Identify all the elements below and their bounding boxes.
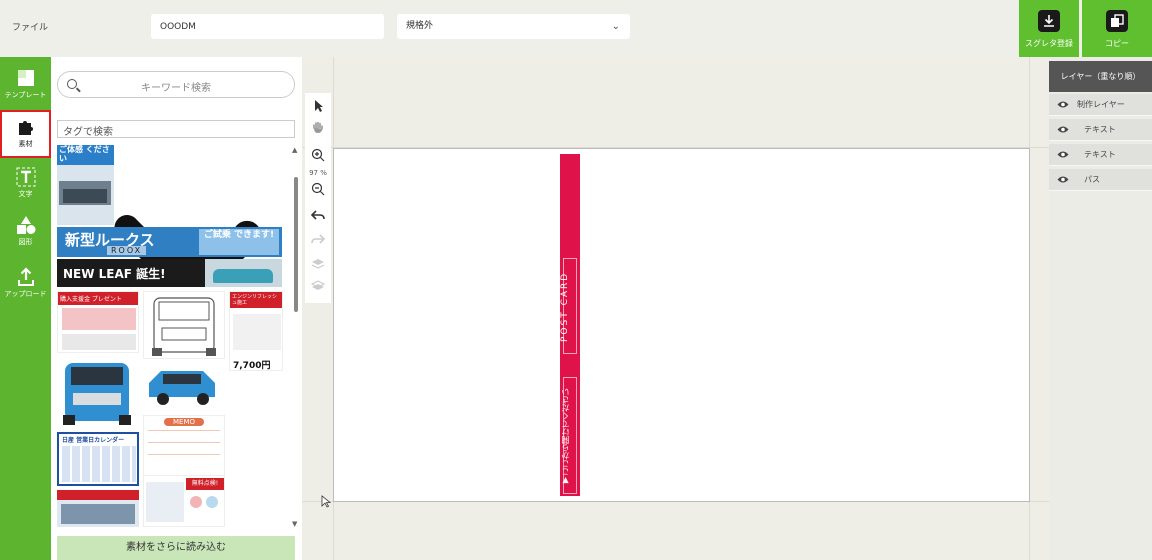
asset-scrollbar[interactable] bbox=[294, 177, 298, 312]
zoom-out-icon[interactable] bbox=[305, 182, 331, 199]
nav-label-upload: アップロード bbox=[4, 290, 47, 298]
nav-item-text[interactable]: 文字 bbox=[0, 162, 51, 208]
nav-label-materials: 素材 bbox=[18, 140, 33, 148]
asset-thumb[interactable]: エンジンリフレッシュ施工 7,700円 bbox=[229, 291, 283, 371]
download-icon bbox=[1038, 10, 1060, 32]
template-icon bbox=[16, 68, 36, 88]
hand-icon[interactable] bbox=[305, 121, 331, 137]
size-select[interactable]: 規格外 ⌄ bbox=[397, 14, 630, 39]
left-nav: テンプレート 素材 文字 図形 アップロード bbox=[0, 57, 51, 560]
scroll-up-icon[interactable]: ▲ bbox=[292, 146, 297, 154]
sgreta-register-label: スグレタ登録 bbox=[1025, 39, 1073, 48]
layer-item[interactable]: テキスト bbox=[1049, 144, 1152, 166]
asset-thumb[interactable]: 新型ルークス ROOX ご試乗 できます! bbox=[57, 227, 282, 257]
file-menu[interactable]: ファイル bbox=[12, 20, 48, 33]
layer-item[interactable]: パス bbox=[1049, 169, 1152, 191]
zoom-in-icon[interactable] bbox=[305, 148, 331, 165]
tag-search-input[interactable]: タグで検索 bbox=[57, 120, 295, 138]
copy-icon bbox=[1106, 10, 1128, 32]
undo-icon[interactable] bbox=[305, 209, 331, 224]
nav-item-shapes[interactable]: 図形 bbox=[0, 210, 51, 256]
puzzle-icon bbox=[16, 117, 36, 137]
asset-thumb-text: NEW LEAF 誕生! bbox=[63, 267, 166, 281]
layers-panel: レイヤー（重なり順） 制作レイヤー テキスト テキスト パス bbox=[1049, 57, 1152, 560]
size-select-value: 規格外 bbox=[406, 21, 434, 31]
asset-thumb[interactable]: NEW LEAF 誕生! bbox=[57, 259, 282, 287]
asset-thumb-text: ご試乗 できます! bbox=[199, 229, 279, 255]
eye-icon[interactable] bbox=[1057, 175, 1069, 184]
nav-label-text: 文字 bbox=[18, 190, 33, 198]
asset-thumb-text: 購入支援金 プレゼント bbox=[58, 292, 138, 305]
mouse-cursor-icon bbox=[321, 495, 332, 511]
asset-thumb-text: ROOX bbox=[107, 246, 147, 255]
open-here-text[interactable]: ▼ここから開けてください bbox=[560, 381, 580, 493]
asset-thumb[interactable]: 日産 営業日カレンダー bbox=[57, 432, 139, 486]
asset-thumb[interactable]: 購入支援金 プレゼント bbox=[57, 291, 139, 353]
nav-label-template: テンプレート bbox=[4, 91, 47, 99]
asset-thumb-text: 日産 営業日カレンダー bbox=[62, 437, 125, 444]
asset-thumbnails: ご体感 ください 新型ルークス ROOX ご試乗 できます! NEW LEAF … bbox=[57, 145, 285, 527]
shapes-icon bbox=[16, 215, 36, 235]
asset-panel: キーワード検索 タグで検索 ご体感 ください 新型ルークス ROOX ご試乗 で… bbox=[51, 57, 302, 560]
nav-item-upload[interactable]: アップロード bbox=[0, 262, 51, 308]
blue-car-side-asset[interactable] bbox=[143, 365, 225, 411]
eye-icon[interactable] bbox=[1057, 100, 1069, 109]
asset-thumb-text: 7,700円 bbox=[233, 361, 271, 371]
post-card-text[interactable]: POST CARD bbox=[560, 262, 580, 352]
top-bar: ファイル 規格外 ⌄ スグレタ登録 コピー bbox=[0, 0, 1152, 57]
search-placeholder: キーワード検索 bbox=[141, 83, 211, 94]
layer-item[interactable]: テキスト bbox=[1049, 119, 1152, 141]
sgreta-register-button[interactable]: スグレタ登録 bbox=[1019, 0, 1079, 57]
zoom-level: 97 % bbox=[309, 169, 327, 177]
asset-thumb[interactable]: 無料点検! bbox=[143, 475, 225, 527]
asset-thumb-text: 無料点検! bbox=[186, 478, 224, 490]
keyword-search-input[interactable]: キーワード検索 bbox=[57, 71, 295, 98]
select-icon[interactable] bbox=[305, 99, 331, 116]
document-name-input[interactable] bbox=[151, 14, 384, 39]
layers-title: レイヤー（重なり順） bbox=[1049, 61, 1152, 92]
asset-thumb[interactable]: ご体感 ください bbox=[57, 145, 114, 225]
car-lineart-asset[interactable] bbox=[143, 291, 225, 359]
chevron-down-icon: ⌄ bbox=[611, 21, 620, 32]
layer-down-icon[interactable] bbox=[305, 279, 331, 296]
layer-label: テキスト bbox=[1084, 125, 1116, 134]
load-more-button[interactable]: 素材をさらに読み込む bbox=[57, 536, 295, 560]
nav-item-template[interactable]: テンプレート bbox=[0, 63, 51, 109]
asset-thumb[interactable]: MEMO bbox=[143, 415, 225, 481]
blue-car-front-asset[interactable] bbox=[57, 357, 139, 429]
eye-icon[interactable] bbox=[1057, 150, 1069, 159]
design-canvas[interactable] bbox=[333, 148, 1030, 502]
eye-icon[interactable] bbox=[1057, 125, 1069, 134]
nav-item-materials[interactable]: 素材 bbox=[0, 110, 51, 158]
asset-thumb-text: ご体感 ください bbox=[57, 145, 114, 165]
layer-item[interactable]: 制作レイヤー bbox=[1049, 94, 1152, 116]
nav-label-shapes: 図形 bbox=[18, 238, 33, 246]
layer-label: 制作レイヤー bbox=[1077, 100, 1125, 109]
copy-label: コピー bbox=[1105, 39, 1129, 48]
redo-icon[interactable] bbox=[305, 233, 331, 248]
copy-button[interactable]: コピー bbox=[1082, 0, 1152, 57]
scroll-down-icon[interactable]: ▼ bbox=[292, 520, 297, 528]
asset-thumb-text: MEMO bbox=[164, 418, 204, 426]
layer-label: パス bbox=[1084, 175, 1100, 184]
tool-palette: 97 % bbox=[305, 93, 331, 303]
layer-label: テキスト bbox=[1084, 150, 1116, 159]
dealer-photo-asset[interactable] bbox=[57, 490, 139, 527]
text-icon bbox=[16, 167, 36, 187]
layer-up-icon[interactable] bbox=[305, 257, 331, 274]
upload-icon bbox=[16, 267, 36, 287]
asset-thumb-text: エンジンリフレッシュ施工 bbox=[230, 292, 282, 308]
